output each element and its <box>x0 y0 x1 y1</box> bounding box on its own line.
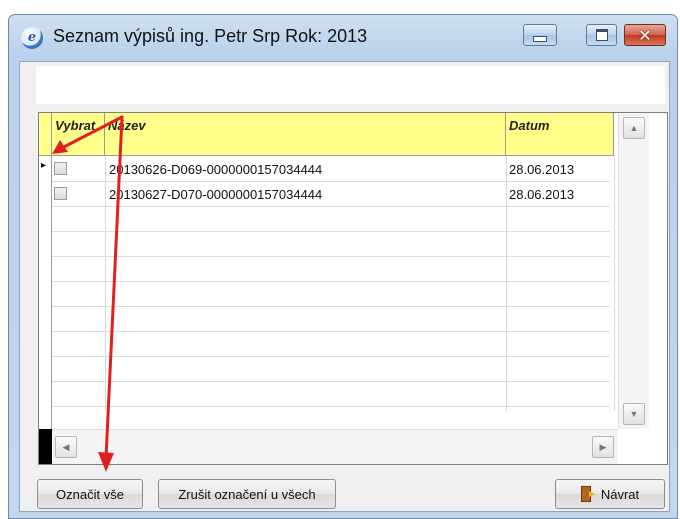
scroll-down-button[interactable]: ▼ <box>623 403 645 425</box>
maximize-button[interactable] <box>586 24 617 46</box>
chevron-left-icon: ◀ <box>62 441 70 452</box>
top-panel <box>36 66 665 104</box>
back-button-label: Návrat <box>600 486 640 502</box>
column-divider <box>506 156 507 411</box>
row-divider <box>52 231 610 232</box>
title-bar[interactable]: e Seznam výpisů ing. Petr Srp Rok: 2013 … <box>9 15 677 61</box>
column-header-datum[interactable]: Datum <box>506 113 614 156</box>
header-indicator-cell <box>39 113 52 156</box>
row-nazev[interactable]: 20130626-D069-0000000157034444 <box>109 162 322 177</box>
close-icon: ✕ <box>638 25 652 45</box>
chevron-right-icon: ▶ <box>599 441 607 452</box>
deselect-all-button[interactable]: Zrušit označení u všech <box>158 479 336 509</box>
ie-e-icon: e <box>21 27 43 49</box>
grid-corner <box>39 429 52 464</box>
row-divider <box>52 331 610 332</box>
vertical-scrollbar[interactable]: ▲ ▼ <box>618 113 649 429</box>
statements-grid[interactable]: Vybrat Název Datum ▸ 20130626-D069-00000… <box>38 112 668 465</box>
row-select-checkbox[interactable] <box>54 162 67 175</box>
row-select-checkbox[interactable] <box>54 187 67 200</box>
main-window: e Seznam výpisů ing. Petr Srp Rok: 2013 … <box>8 14 678 519</box>
back-button[interactable]: Návrat <box>555 479 665 509</box>
window-title: Seznam výpisů ing. Petr Srp Rok: 2013 <box>53 26 368 46</box>
row-divider <box>52 306 610 307</box>
minimize-icon <box>533 36 547 42</box>
row-divider <box>52 256 610 257</box>
chevron-down-icon: ▼ <box>629 409 639 419</box>
exit-door-icon <box>580 486 595 502</box>
column-divider <box>105 156 106 411</box>
row-datum[interactable]: 28.06.2013 <box>509 187 574 202</box>
column-header-nazev[interactable]: Název <box>105 113 506 156</box>
scroll-up-button[interactable]: ▲ <box>623 117 645 139</box>
row-datum[interactable]: 28.06.2013 <box>509 162 574 177</box>
select-all-button[interactable]: Označit vše <box>37 479 143 509</box>
client-area: Vybrat Název Datum ▸ 20130626-D069-00000… <box>19 61 670 512</box>
maximize-icon <box>595 29 608 41</box>
row-divider <box>52 206 610 207</box>
row-indicator-column <box>39 156 52 429</box>
row-divider <box>52 381 610 382</box>
scroll-right-button[interactable]: ▶ <box>592 436 614 458</box>
row-divider <box>52 356 610 357</box>
row-divider <box>52 281 610 282</box>
close-button[interactable]: ✕ <box>624 24 666 46</box>
row-nazev[interactable]: 20130627-D070-0000000157034444 <box>109 187 322 202</box>
minimize-button[interactable] <box>523 24 557 46</box>
scroll-left-button[interactable]: ◀ <box>55 436 77 458</box>
horizontal-scrollbar[interactable]: ◀ ▶ <box>52 429 618 464</box>
column-header-vybrat[interactable]: Vybrat <box>52 113 105 156</box>
row-divider <box>52 181 610 182</box>
current-row-marker: ▸ <box>41 160 47 171</box>
column-divider <box>614 156 615 411</box>
row-divider <box>52 406 610 407</box>
chevron-up-icon: ▲ <box>629 123 639 133</box>
